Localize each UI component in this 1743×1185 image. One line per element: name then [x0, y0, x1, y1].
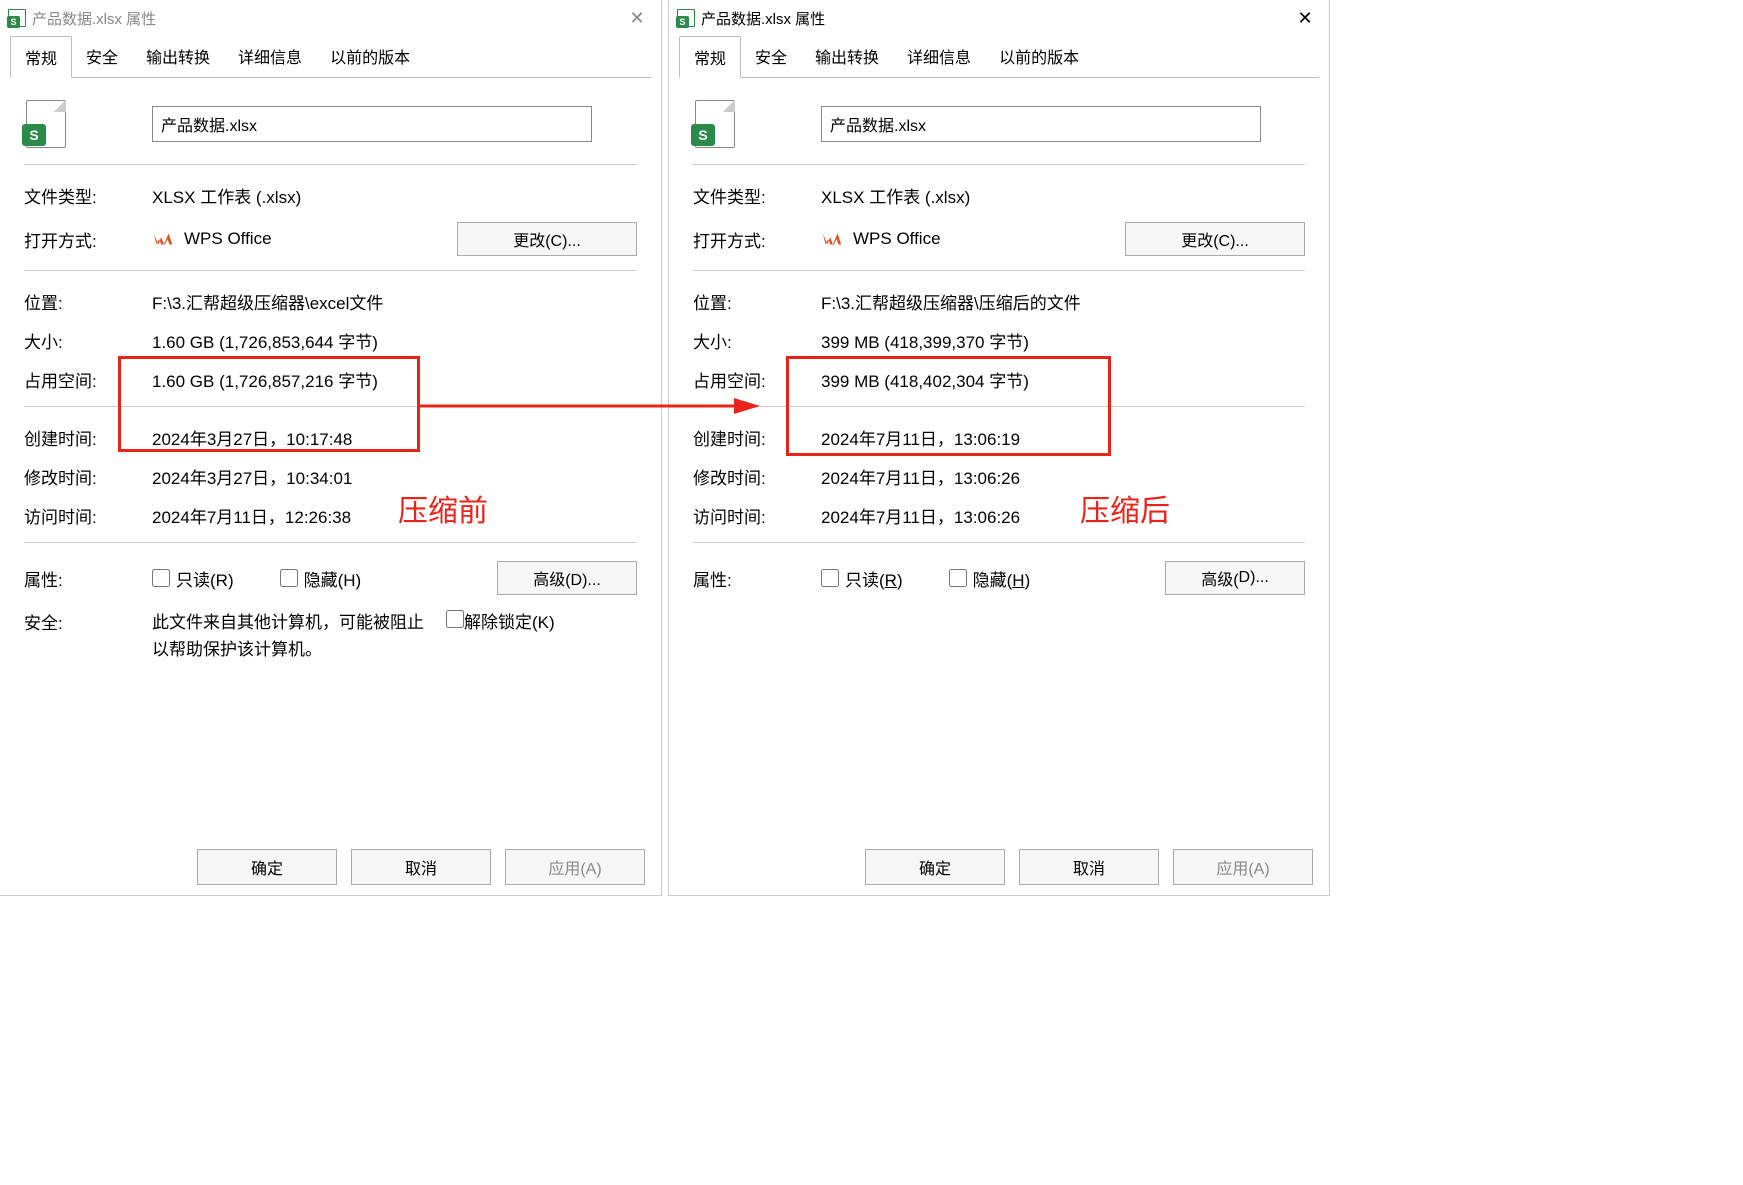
modified-value: 2024年3月27日，10:34:01	[152, 464, 637, 489]
open-with-value: WPS Office	[853, 229, 941, 249]
dialog-footer: 确定 取消 应用(A)	[865, 849, 1313, 885]
attributes-label: 属性:	[693, 566, 821, 591]
size-on-disk-value: 399 MB (418,402,304 字节)	[821, 367, 1305, 392]
tab-output-convert[interactable]: 输出转换	[132, 36, 224, 78]
tab-previous-versions[interactable]: 以前的版本	[985, 36, 1093, 78]
window-title: 产品数据.xlsx 属性	[701, 8, 825, 29]
properties-dialog-before: S 产品数据.xlsx 属性 ✕ 常规 安全 输出转换 详细信息 以前的版本 S…	[0, 0, 662, 896]
created-value: 2024年7月11日，13:06:19	[821, 425, 1305, 450]
divider	[24, 406, 637, 407]
filename-input[interactable]	[821, 106, 1261, 142]
wps-office-icon	[821, 228, 843, 250]
advanced-button[interactable]: 高级(D)...	[497, 561, 637, 595]
file-type-value: XLSX 工作表 (.xlsx)	[152, 183, 637, 208]
divider	[693, 164, 1305, 165]
xlsx-file-icon-large: S	[20, 98, 72, 150]
location-value: F:\3.汇帮超级压缩器\excel文件	[152, 289, 637, 314]
tab-details[interactable]: 详细信息	[893, 36, 985, 78]
advanced-button[interactable]: 高级(D)...	[1165, 561, 1305, 595]
hidden-checkbox[interactable]: 隐藏(H)	[949, 566, 1031, 591]
file-type-label: 文件类型:	[693, 183, 821, 208]
apply-button[interactable]: 应用(A)	[505, 849, 645, 885]
size-label: 大小:	[693, 328, 821, 353]
divider	[693, 270, 1305, 271]
size-on-disk-label: 占用空间:	[24, 367, 152, 392]
unblock-checkbox[interactable]: 解除锁定(K)	[446, 609, 555, 636]
close-button[interactable]: ✕	[1289, 4, 1321, 32]
properties-dialog-after: S 产品数据.xlsx 属性 ✕ 常规 安全 输出转换 详细信息 以前的版本 S…	[668, 0, 1330, 896]
size-value: 399 MB (418,399,370 字节)	[821, 328, 1305, 353]
accessed-label: 访问时间:	[24, 503, 152, 528]
size-value: 1.60 GB (1,726,853,644 字节)	[152, 328, 637, 353]
dialog-footer: 确定 取消 应用(A)	[197, 849, 645, 885]
location-label: 位置:	[693, 289, 821, 314]
xlsx-file-icon-large: S	[689, 98, 741, 150]
divider	[24, 542, 637, 543]
tab-security[interactable]: 安全	[741, 36, 801, 78]
accessed-label: 访问时间:	[693, 503, 821, 528]
created-label: 创建时间:	[693, 425, 821, 450]
file-type-value: XLSX 工作表 (.xlsx)	[821, 183, 1305, 208]
size-on-disk-value: 1.60 GB (1,726,857,216 字节)	[152, 367, 637, 392]
open-with-label: 打开方式:	[24, 227, 152, 252]
open-with-label: 打开方式:	[693, 227, 821, 252]
readonly-checkbox[interactable]: 只读(R)	[821, 566, 903, 591]
created-value: 2024年3月27日，10:17:48	[152, 425, 637, 450]
size-on-disk-label: 占用空间:	[693, 367, 821, 392]
open-with-value: WPS Office	[184, 229, 272, 249]
filename-input[interactable]	[152, 106, 592, 142]
xlsx-file-icon: S	[8, 9, 26, 27]
divider	[24, 164, 637, 165]
xlsx-file-icon: S	[677, 9, 695, 27]
hidden-checkbox[interactable]: 隐藏(H)	[280, 566, 362, 591]
cancel-button[interactable]: 取消	[1019, 849, 1159, 885]
tab-output-convert[interactable]: 输出转换	[801, 36, 893, 78]
apply-button[interactable]: 应用(A)	[1173, 849, 1313, 885]
tab-general[interactable]: 常规	[679, 36, 741, 78]
divider	[693, 542, 1305, 543]
modified-value: 2024年7月11日，13:06:26	[821, 464, 1305, 489]
tab-strip: 常规 安全 输出转换 详细信息 以前的版本	[669, 36, 1329, 78]
security-text: 此文件来自其他计算机，可能被阻止以帮助保护该计算机。	[152, 609, 432, 663]
ok-button[interactable]: 确定	[197, 849, 337, 885]
cancel-button[interactable]: 取消	[351, 849, 491, 885]
titlebar: S 产品数据.xlsx 属性 ✕	[0, 0, 661, 36]
change-button[interactable]: 更改(C)...	[457, 222, 637, 256]
tab-previous-versions[interactable]: 以前的版本	[316, 36, 424, 78]
divider	[24, 270, 637, 271]
tab-details[interactable]: 详细信息	[224, 36, 316, 78]
accessed-value: 2024年7月11日，12:26:38	[152, 503, 637, 528]
divider	[693, 406, 1305, 407]
security-label: 安全:	[24, 609, 152, 634]
created-label: 创建时间:	[24, 425, 152, 450]
location-label: 位置:	[24, 289, 152, 314]
modified-label: 修改时间:	[693, 464, 821, 489]
wps-office-icon	[152, 228, 174, 250]
titlebar: S 产品数据.xlsx 属性 ✕	[669, 0, 1329, 36]
accessed-value: 2024年7月11日，13:06:26	[821, 503, 1305, 528]
general-tab-content: S 文件类型: XLSX 工作表 (.xlsx) 打开方式: WPS Offic…	[669, 78, 1329, 619]
tab-security[interactable]: 安全	[72, 36, 132, 78]
tab-strip: 常规 安全 输出转换 详细信息 以前的版本	[0, 36, 661, 78]
ok-button[interactable]: 确定	[865, 849, 1005, 885]
file-type-label: 文件类型:	[24, 183, 152, 208]
tab-general[interactable]: 常规	[10, 36, 72, 78]
size-label: 大小:	[24, 328, 152, 353]
attributes-label: 属性:	[24, 566, 152, 591]
close-button[interactable]: ✕	[621, 4, 653, 32]
window-title: 产品数据.xlsx 属性	[32, 8, 156, 29]
change-button[interactable]: 更改(C)...	[1125, 222, 1305, 256]
location-value: F:\3.汇帮超级压缩器\压缩后的文件	[821, 289, 1305, 314]
readonly-checkbox[interactable]: 只读(R)	[152, 566, 234, 591]
general-tab-content: S 文件类型: XLSX 工作表 (.xlsx) 打开方式: WPS Offic…	[0, 78, 661, 687]
modified-label: 修改时间:	[24, 464, 152, 489]
